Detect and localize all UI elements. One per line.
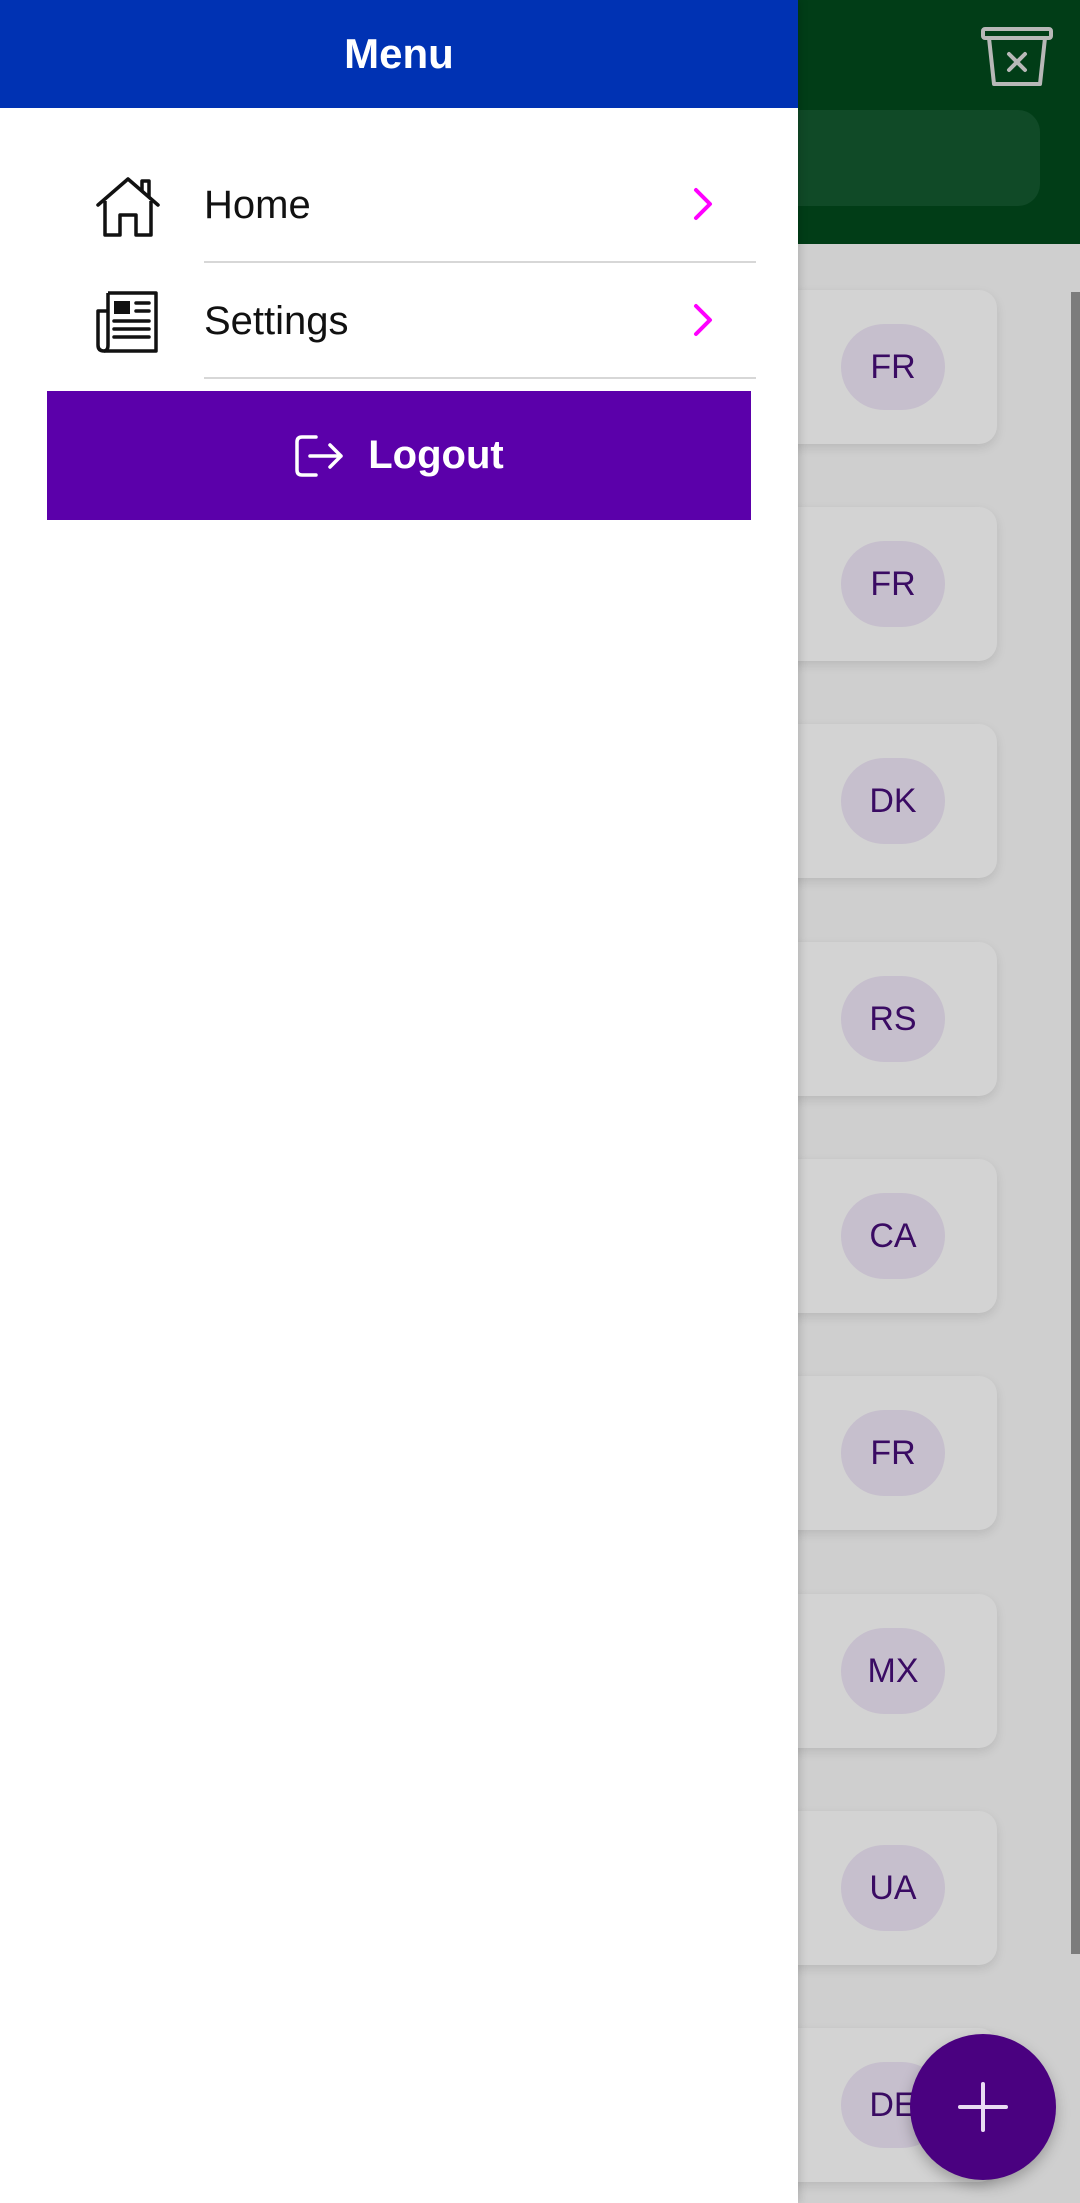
country-chip: DK [841, 758, 945, 844]
logout-label: Logout [368, 433, 504, 477]
country-chip: FR [841, 1410, 945, 1496]
menu-item-label: Settings [204, 299, 349, 343]
drawer-header: Menu [0, 0, 798, 108]
add-button[interactable] [910, 2034, 1056, 2180]
scrollbar[interactable] [1071, 292, 1080, 1954]
chevron-right-icon [694, 188, 712, 220]
divider [204, 377, 756, 379]
country-chip: FR [841, 324, 945, 410]
drawer-title: Menu [344, 30, 454, 77]
screen: FR FR DK RS CA FR MX UA DE Menu Home Set… [0, 0, 1080, 2203]
country-chip: CA [841, 1193, 945, 1279]
logout-icon [295, 434, 343, 477]
plus-icon [958, 2082, 1008, 2132]
country-chip: FR [841, 541, 945, 627]
home-icon [96, 177, 160, 237]
country-chip: MX [841, 1628, 945, 1714]
trash-close-icon [981, 27, 1053, 86]
delete-all-button[interactable] [974, 14, 1060, 100]
newspaper-icon [96, 291, 158, 353]
menu-item-home[interactable]: Home [0, 147, 798, 263]
menu-item-label: Home [204, 183, 311, 227]
logout-button[interactable]: Logout [47, 391, 751, 520]
navigation-drawer: Menu Home Settings Logout [0, 0, 798, 2203]
chevron-right-icon [694, 304, 712, 336]
country-chip: UA [841, 1845, 945, 1931]
country-chip: RS [841, 976, 945, 1062]
menu-item-settings[interactable]: Settings [0, 263, 798, 379]
